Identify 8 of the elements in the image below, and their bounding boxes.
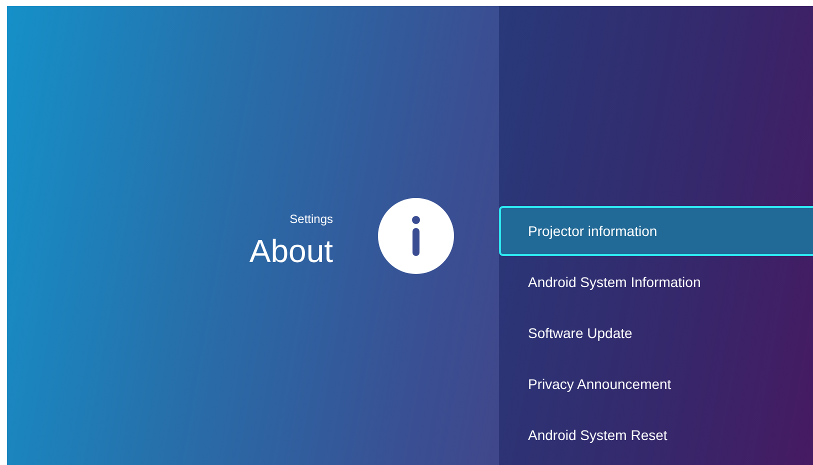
menu-item[interactable]: Android System Information: [499, 257, 813, 307]
menu-item[interactable]: Privacy Announcement: [499, 359, 813, 409]
menu-item[interactable]: Projector information: [499, 206, 813, 256]
page-title: About: [249, 232, 333, 270]
info-icon: [378, 198, 454, 274]
breadcrumb: Settings: [290, 212, 333, 226]
menu-item[interactable]: Android System Reset: [499, 410, 813, 460]
menu-item[interactable]: Software Update: [499, 308, 813, 358]
